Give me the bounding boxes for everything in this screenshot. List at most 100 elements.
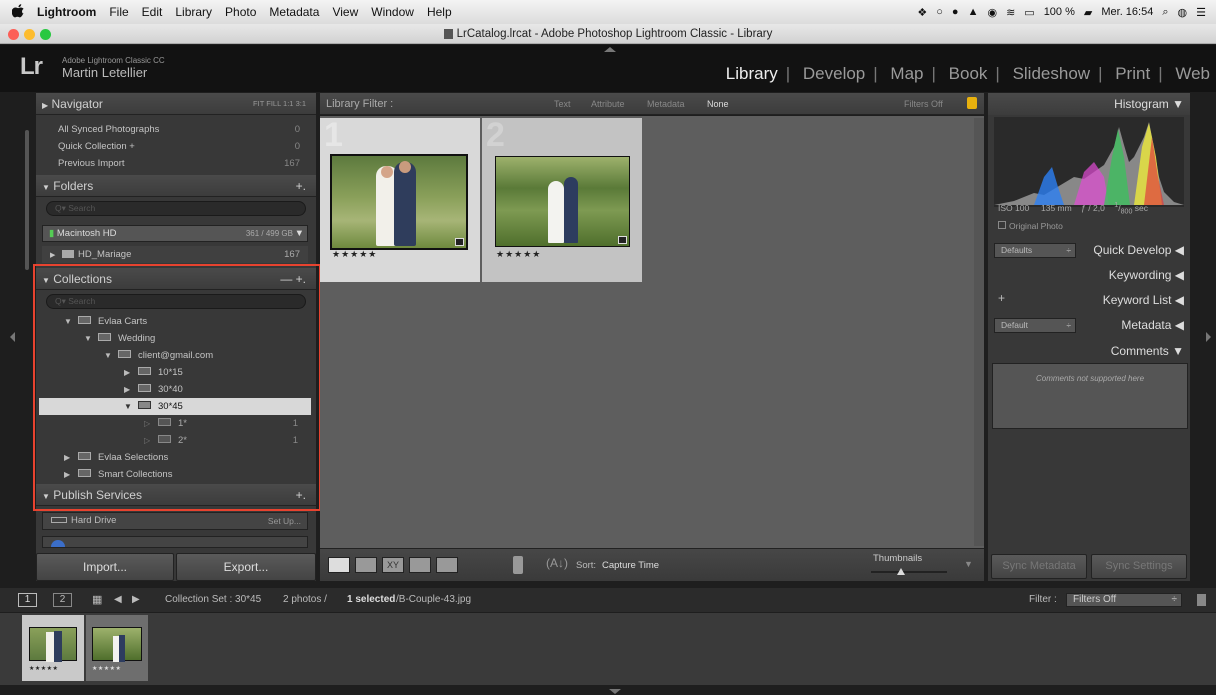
primary-window-button[interactable]: 1 [18,593,37,607]
grid-scrollbar[interactable] [974,118,984,546]
catalog-item-all-synced[interactable]: All Synced Photographs 0 [58,121,306,138]
grid-view-button[interactable] [328,557,350,573]
dropbox-icon[interactable]: ❖ [917,6,927,19]
module-slideshow[interactable]: Slideshow [1013,64,1091,83]
publish-next-service[interactable] [42,536,308,548]
folders-header[interactable]: ▼ Folders +. [36,175,316,197]
menu-library[interactable]: Library [175,5,212,19]
filmstrip-thumbnail-2[interactable] [92,627,142,662]
siri-icon[interactable]: ◍ [1178,6,1188,19]
skype-icon[interactable]: ● [952,6,959,18]
catalog-item-previous-import[interactable]: Previous Import 167 [58,155,306,172]
apple-menu-icon[interactable] [11,3,24,21]
right-panel-toggle-icon[interactable] [1206,332,1211,342]
zoom-window-button[interactable] [40,29,51,40]
back-arrow-icon[interactable]: ◀ [114,588,122,612]
menu-view[interactable]: View [332,5,358,19]
grid-cell-2[interactable]: 2 ★★★★★ [482,116,642,282]
thumbnail-size-slider[interactable] [871,568,947,575]
airplay-icon[interactable]: ▭ [1024,6,1034,19]
menu-edit[interactable]: Edit [142,5,163,19]
status-icon[interactable]: ○ [936,6,943,18]
filmstrip-cell-1[interactable]: ★★★★★ [22,615,84,681]
histogram-header[interactable]: Histogram ▼ [988,93,1190,115]
filter-none-tab[interactable]: None [707,93,729,115]
left-panel-toggle-icon[interactable] [10,332,15,342]
sort-direction-icon[interactable]: (A↓) [546,556,568,570]
export-button[interactable]: Export... [176,553,316,581]
spray-can-icon[interactable] [513,556,523,574]
sync-metadata-button[interactable]: Sync Metadata [991,554,1087,579]
grid-thumbnail-1[interactable] [330,154,468,250]
histogram-chart[interactable] [994,117,1184,207]
sync-icon[interactable]: ◉ [987,6,997,19]
grid-cell-1[interactable]: 1 ★★★★★ [320,116,480,282]
folder-expand-icon[interactable]: ▶ [50,252,55,259]
menu-file[interactable]: File [109,5,128,19]
module-book[interactable]: Book [949,64,988,83]
rating-stars[interactable]: ★★★★★ [332,249,377,260]
compare-view-button[interactable]: XY [382,557,404,573]
forward-arrow-icon[interactable]: ▶ [132,588,140,612]
sync-settings-button[interactable]: Sync Settings [1091,554,1187,579]
menu-photo[interactable]: Photo [225,5,256,19]
rating-stars[interactable]: ★★★★★ [92,665,121,672]
publish-hard-drive[interactable]: Hard Drive Set Up... [42,512,308,530]
secondary-window-button[interactable]: 2 [53,593,72,607]
toolbar-menu-icon[interactable]: ▼ [964,559,973,569]
battery-icon[interactable]: ▰ [1084,6,1092,19]
volume-dropdown-icon[interactable]: ▼ [295,226,304,241]
publish-setup-link[interactable]: Set Up... [268,513,301,529]
filter-metadata-tab[interactable]: Metadata [647,93,685,115]
catalog-item-quick-collection[interactable]: Quick Collection + 0 [58,138,306,155]
keywording-header[interactable]: Keywording ◀ [990,264,1190,286]
slider-thumb[interactable] [897,568,905,575]
module-library[interactable]: Library [726,64,778,83]
filmstrip-filter-dropdown[interactable]: Filters Off ÷ [1066,593,1182,607]
checkbox-icon[interactable] [998,221,1006,229]
filmstrip-thumbnail-1[interactable] [29,627,77,662]
filter-attribute-tab[interactable]: Attribute [591,93,625,115]
survey-view-button[interactable] [409,557,431,573]
app-menu[interactable]: Lightroom [37,5,96,19]
rating-stars[interactable]: ★★★★★ [496,249,541,260]
import-button[interactable]: Import... [36,553,174,581]
navigator-header[interactable]: ▶ Navigator FIT FILL 1:1 3:1 [36,93,316,115]
add-folder-icon[interactable]: +. [296,175,306,197]
sort-dropdown[interactable]: Capture Time [602,560,659,571]
minimize-window-button[interactable] [24,29,35,40]
navigator-zoom-options[interactable]: FIT FILL 1:1 3:1 [253,93,306,115]
filter-lock-icon[interactable] [967,97,977,109]
comments-header[interactable]: Comments ▼ [990,340,1190,362]
cloud-icon[interactable]: ▲ [968,6,979,18]
people-view-button[interactable] [436,557,458,573]
clock[interactable]: Mer. 16:54 [1101,6,1153,18]
rating-stars[interactable]: ★★★★★ [29,665,58,672]
filter-presets-dropdown[interactable]: Filters Off [904,93,943,115]
notification-center-icon[interactable]: ☰ [1196,6,1206,19]
folder-hd-mariage[interactable]: ▶ HD_Mariage 167 [42,246,308,263]
loupe-view-button[interactable] [355,557,377,573]
module-develop[interactable]: Develop [803,64,865,83]
filmstrip-source[interactable]: Collection Set : 30*45 [165,588,261,612]
module-web[interactable]: Web [1175,64,1210,83]
metadata-header[interactable]: Metadata ◀ [990,314,1190,336]
menu-metadata[interactable]: Metadata [269,5,319,19]
grid-thumbnail-2[interactable] [495,156,630,247]
menu-help[interactable]: Help [427,5,452,19]
left-scrollbar[interactable] [25,130,29,270]
spotlight-icon[interactable]: ⌕ [1162,6,1168,19]
filter-lock-icon[interactable] [1197,594,1206,606]
filmstrip-toggle-icon[interactable] [609,689,621,694]
filmstrip-cell-2[interactable]: ★★★★★ [86,615,148,681]
top-panel-toggle-icon[interactable] [604,47,616,52]
volume-bar[interactable]: ▮ Macintosh HD 361 / 499 GB ▼ [42,225,308,242]
grid-navigation-icon[interactable]: ▦ [92,588,102,612]
original-photo-checkbox[interactable]: Original Photo [998,221,1063,231]
selected-filename[interactable]: /B-Couple-43.jpg [396,588,471,612]
filter-text-tab[interactable]: Text [554,93,571,115]
menu-window[interactable]: Window [371,5,414,19]
quick-develop-header[interactable]: Quick Develop ◀ [990,239,1190,261]
module-map[interactable]: Map [890,64,923,83]
close-window-button[interactable] [8,29,19,40]
